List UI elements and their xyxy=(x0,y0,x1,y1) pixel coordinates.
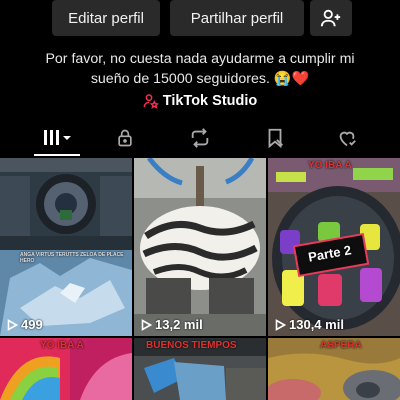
tab-reposts[interactable] xyxy=(167,120,233,156)
views-count: 130,4 mil xyxy=(289,317,344,332)
video-6-top-text: ASPERA xyxy=(320,340,362,351)
video-thumbnail[interactable]: 13,2 mil xyxy=(134,158,266,336)
play-icon xyxy=(275,318,286,331)
tab-liked[interactable] xyxy=(314,120,380,156)
video-4-top-text: YO IBA A xyxy=(40,340,84,351)
video-views: 499 xyxy=(6,317,43,332)
play-icon xyxy=(7,318,18,331)
profile-bio: Por favor, no cuesta nada ayudarme a cum… xyxy=(45,51,355,87)
lock-icon xyxy=(118,129,132,147)
play-icon xyxy=(141,318,152,331)
video-thumbnail[interactable]: ANGA VIRTUS TERUTTS ZELOA DE PLACE HERO … xyxy=(0,158,132,336)
share-profile-button[interactable]: Partilhar perfil xyxy=(170,0,304,36)
edit-profile-button[interactable]: Editar perfil xyxy=(52,0,160,36)
profile-actions: Editar perfil Partilhar perfil xyxy=(0,0,400,40)
tab-private[interactable] xyxy=(92,120,158,156)
tiktok-studio-link[interactable]: TikTok Studio xyxy=(0,90,400,112)
repost-icon xyxy=(191,128,209,148)
tab-videos[interactable] xyxy=(24,120,90,156)
add-friend-button[interactable] xyxy=(310,0,352,36)
video-thumbnail[interactable]: ASPERA xyxy=(268,338,400,400)
video-5-top-text: BUENOS TIEMPOS xyxy=(146,340,237,351)
studio-label: TikTok Studio xyxy=(162,93,258,109)
studio-icon xyxy=(143,94,159,109)
video-3-top-text: YO IBA A xyxy=(308,160,352,171)
video-grid: ANGA VIRTUS TERUTTS ZELOA DE PLACE HERO … xyxy=(0,158,400,400)
video-1-image xyxy=(0,158,132,336)
video-thumbnail[interactable]: BUENOS TIEMPOS xyxy=(134,338,266,400)
active-tab-indicator xyxy=(34,154,80,156)
video-1-overlay-text: ANGA VIRTUS TERUTTS ZELOA DE PLACE HERO xyxy=(20,252,124,264)
grid-icon xyxy=(44,130,71,145)
add-user-icon xyxy=(320,9,341,27)
heart-icon xyxy=(339,131,356,147)
video-views: 13,2 mil xyxy=(140,317,203,332)
bookmark-icon xyxy=(268,128,283,149)
tab-favorites[interactable] xyxy=(242,120,308,156)
views-count: 499 xyxy=(21,317,43,332)
video-views: 130,4 mil xyxy=(274,317,344,332)
video-2-image xyxy=(134,158,266,336)
video-thumbnail[interactable]: YO IBA A xyxy=(0,338,132,400)
views-count: 13,2 mil xyxy=(155,317,203,332)
video-thumbnail[interactable]: YO IBA A Parte 2 130,4 mil xyxy=(268,158,400,336)
content-tabs xyxy=(0,120,400,156)
